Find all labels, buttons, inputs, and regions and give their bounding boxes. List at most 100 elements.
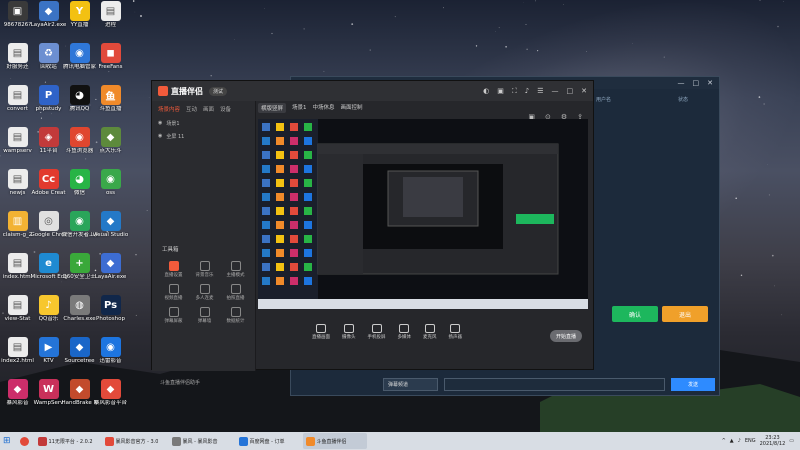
desktop-icon[interactable]: ◆ Sourcetree bbox=[63, 337, 96, 377]
tool-item[interactable]: 多人连麦 bbox=[189, 284, 220, 301]
scene-tab-2[interactable]: 场景1 bbox=[292, 103, 307, 113]
desktop-icon[interactable]: ◉ 腾讯电脑管家 bbox=[63, 43, 96, 83]
desktop-icon[interactable]: ▶ KTV bbox=[32, 337, 65, 377]
eye-icon[interactable]: ◉ bbox=[158, 133, 162, 140]
maximize-button[interactable]: □ bbox=[567, 87, 574, 96]
tool-item[interactable]: 视频直播 bbox=[158, 284, 189, 301]
scene-row[interactable]: ◉ 场景1 bbox=[152, 117, 255, 130]
desktop-icon[interactable]: eMicrosoft Edge bbox=[31, 253, 67, 293]
desktop-icon[interactable]: ◉ 微信开发者工具 bbox=[62, 211, 98, 251]
desktop-icon[interactable]: Cc Adobe Creat bbox=[31, 169, 66, 209]
tab-interact[interactable]: 互动 bbox=[186, 105, 197, 113]
tab-screen[interactable]: 画面 bbox=[203, 105, 214, 113]
close-button[interactable]: ✕ bbox=[581, 87, 587, 96]
desktop-icon[interactable]: ◆ LayaAir.exe bbox=[94, 253, 127, 293]
scene-tab-1[interactable]: 横版竖屏 bbox=[258, 103, 287, 113]
desktop-icon[interactable]: ◆HandBrake Nightly bbox=[62, 379, 98, 419]
desktop-icon[interactable]: +360安全卫士 bbox=[63, 253, 96, 293]
minimize-button[interactable]: — bbox=[552, 87, 559, 96]
live-companion-window[interactable]: 直播伴侣 测试 ◐ ▣ ⛶ ♪ ☰ — □ ✕ 场景内容 互动 画面 设备 ◉ … bbox=[151, 80, 594, 386]
chat-input[interactable] bbox=[444, 378, 665, 391]
scene-tab-3[interactable]: 中场休息 bbox=[313, 103, 335, 113]
desktop-icon[interactable]: ◆ 暴风影音 bbox=[1, 379, 34, 419]
taskbar-app[interactable]: 暴风影音官方 - 3.0 bbox=[102, 433, 166, 449]
desktop-icon[interactable]: ◕ 腾讯QQ bbox=[63, 85, 96, 125]
avatar-icon[interactable]: ◐ bbox=[483, 87, 489, 96]
desktop-icon[interactable]: ♻ 回收站 bbox=[32, 43, 65, 83]
chrome-pinned[interactable] bbox=[17, 433, 32, 449]
desktop-icon[interactable]: ▤ view-Stat bbox=[1, 295, 34, 335]
tool-item[interactable]: 数据统计 bbox=[220, 307, 251, 324]
tool-item[interactable]: 直播设置 bbox=[158, 261, 189, 278]
stream-preview[interactable] bbox=[258, 119, 588, 309]
control-item[interactable]: 手机投屏 bbox=[368, 324, 386, 340]
sound-icon[interactable]: ♪ bbox=[525, 87, 529, 96]
chat-channel-select[interactable]: 弹幕频道 bbox=[383, 378, 438, 391]
desktop-icon[interactable]: ◼ FreeFans bbox=[94, 43, 127, 83]
desktop-icon[interactable]: ▤ 好服务还 bbox=[1, 43, 34, 83]
desktop-icon[interactable]: ▤ newjs bbox=[1, 169, 34, 209]
clock[interactable]: 23:23 2021/8/12 bbox=[760, 435, 786, 447]
taskbar-app[interactable]: 斗鱼直播伴侣 bbox=[302, 433, 367, 449]
chevron-up-icon[interactable]: ^ bbox=[722, 438, 726, 444]
desktop-icon[interactable]: ▥ claism-g_2 bbox=[1, 211, 34, 251]
tool-item[interactable]: 弹幕屏蔽 bbox=[158, 307, 189, 324]
desktop-icon[interactable]: ◉ 迅雷影音 bbox=[94, 337, 127, 377]
desktop-icon[interactable]: ◆ 暴风影音平台 bbox=[94, 379, 127, 419]
send-button[interactable]: 发送 bbox=[671, 378, 715, 391]
desktop-icon[interactable]: ▤ index2.html bbox=[1, 337, 34, 377]
desktop-icon[interactable]: ◆Visual Studio Code bbox=[93, 211, 129, 251]
language-indicator[interactable]: ENG bbox=[745, 438, 756, 444]
desktop-icon[interactable]: ▣ 9867826? bbox=[1, 1, 34, 41]
control-item[interactable]: 麦克风 bbox=[423, 324, 437, 340]
scene-item-row[interactable]: ◉ 全屏 11 bbox=[152, 130, 255, 143]
screen-icon[interactable]: ▣ bbox=[497, 87, 504, 96]
maximize-button[interactable]: □ bbox=[693, 79, 700, 87]
tool-item[interactable]: 主播模式 bbox=[220, 261, 251, 278]
desktop-icon[interactable]: ◕ 微信 bbox=[63, 169, 96, 209]
desktop-icon[interactable]: ◈ 11平台 bbox=[32, 127, 65, 167]
desktop-icon[interactable]: Y YY直播 bbox=[63, 1, 96, 41]
volume-icon[interactable]: ♪ bbox=[738, 438, 741, 444]
close-button[interactable]: ✕ bbox=[707, 79, 713, 87]
menu-icon[interactable]: ☰ bbox=[537, 87, 543, 96]
tool-item[interactable]: 背景音乐 bbox=[189, 261, 220, 278]
desktop-icon[interactable]: ♪ QQ音乐 bbox=[32, 295, 65, 335]
eye-icon[interactable]: ◉ bbox=[158, 120, 162, 127]
minimize-button[interactable]: — bbox=[678, 79, 685, 87]
control-item[interactable]: 直播画面 bbox=[312, 324, 330, 340]
control-item[interactable]: 扬声器 bbox=[449, 324, 462, 340]
desktop-icon[interactable]: ▤ wampserv bbox=[1, 127, 34, 167]
desktop-icon[interactable]: Ps Photoshop bbox=[94, 295, 127, 335]
desktop-icon[interactable]: Pphpstudy bbox=[32, 85, 65, 125]
tool-item[interactable]: 弹幕墙 bbox=[189, 307, 220, 324]
control-item[interactable]: 摄像头 bbox=[342, 324, 356, 340]
taskbar-app[interactable]: 11无限平台 - 2.0.2 bbox=[35, 433, 99, 449]
desktop-icon[interactable]: ▤ 进程 bbox=[94, 1, 127, 41]
confirm-button[interactable]: 确认 bbox=[612, 306, 658, 322]
start-button[interactable]: ⊞ bbox=[0, 433, 14, 449]
desktop-icon[interactable]: ◆ 点大乐斗 bbox=[94, 127, 127, 167]
desktop-icon[interactable]: W WampServ bbox=[32, 379, 65, 419]
taskbar-app[interactable]: 百度网盘 - 订单 bbox=[236, 433, 300, 449]
tool-item[interactable]: 拍照直播 bbox=[220, 284, 251, 301]
desktop-icon[interactable]: ◉ oss bbox=[94, 169, 127, 209]
tab-scene[interactable]: 场景内容 bbox=[158, 105, 180, 113]
notification-icon[interactable]: ▭ bbox=[789, 438, 794, 444]
control-item[interactable]: 多媒体 bbox=[398, 324, 411, 340]
exit-button[interactable]: 退出 bbox=[662, 306, 708, 322]
desktop-icon[interactable]: ◍ Charles.exe bbox=[63, 295, 96, 335]
start-live-button[interactable]: 开始直播 bbox=[550, 330, 582, 342]
desktop-icon[interactable]: ◉ 斗鱼浏览器 bbox=[63, 127, 96, 167]
desktop-icon[interactable]: ◎Google Chrome bbox=[31, 211, 67, 251]
desktop-icon[interactable]: ◆ LayaAir2.exe bbox=[31, 1, 66, 41]
scene-tab-4[interactable]: 画面控制 bbox=[341, 103, 363, 113]
taskbar-app[interactable]: 暴风 - 暴风影音 bbox=[169, 433, 233, 449]
desktop-icon[interactable]: ▤ convert bbox=[1, 85, 34, 125]
assistant-link[interactable]: 斗鱼直播伴侣助手 bbox=[160, 379, 200, 386]
desktop-icon[interactable]: 鱼斗鱼直播 bbox=[94, 85, 127, 125]
desktop-icon[interactable]: ▤ index.html bbox=[1, 253, 34, 293]
network-icon[interactable]: ▲ bbox=[730, 438, 734, 444]
tab-device[interactable]: 设备 bbox=[220, 105, 231, 113]
fullscreen-icon[interactable]: ⛶ bbox=[512, 87, 517, 96]
